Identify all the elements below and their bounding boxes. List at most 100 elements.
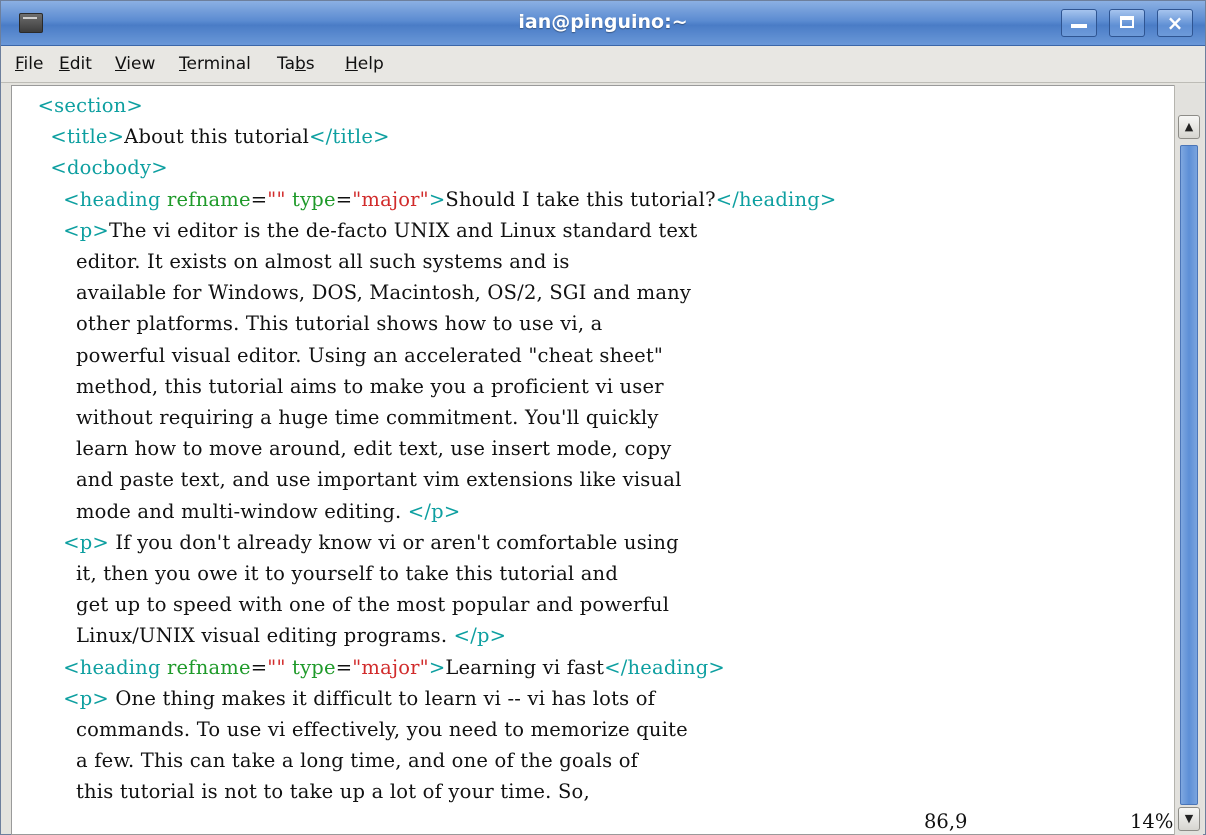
editor-line: other platforms. This tutorial shows how… <box>12 312 602 335</box>
scroll-up-button[interactable]: ▲ <box>1178 115 1200 139</box>
maximize-button[interactable] <box>1109 9 1145 37</box>
syntax-attr: type <box>292 655 336 679</box>
terminal-window: ian@pinguino:~ × File Edit View Terminal… <box>0 0 1206 835</box>
close-button[interactable]: × <box>1157 9 1193 37</box>
minimize-button[interactable] <box>1061 9 1097 37</box>
editor-line: Linux/UNIX visual editing programs. </p> <box>12 624 506 647</box>
syntax-val: "" <box>267 655 286 679</box>
syntax-tag: <p> <box>63 218 109 242</box>
terminal-text-area[interactable]: 86,9 14% <section> <title>About this tut… <box>11 85 1175 835</box>
cursor-position: 86,9 <box>924 810 968 833</box>
menu-terminal[interactable]: Terminal <box>179 54 251 74</box>
window-title: ian@pinguino:~ <box>518 11 688 33</box>
line-text <box>12 156 50 179</box>
line-text <box>12 188 63 211</box>
syntax-tag: <section> <box>37 94 143 117</box>
scroll-down-button[interactable]: ▼ <box>1178 807 1200 831</box>
syntax-tag: </heading> <box>604 655 725 679</box>
line-text: commands. To use vi effectively, you nee… <box>12 718 688 741</box>
close-icon: × <box>1166 11 1184 35</box>
scrollbar-thumb[interactable] <box>1180 145 1198 805</box>
editor-line: mode and multi-window editing. </p> <box>12 500 460 523</box>
syntax-tag: </p> <box>453 624 507 648</box>
line-text: Linux/UNIX visual editing programs. <box>12 624 454 648</box>
menu-file[interactable]: File <box>15 54 43 74</box>
editor-line: <p> One thing makes it difficult to lear… <box>12 687 655 710</box>
line-text: get up to speed with one of the most pop… <box>12 593 670 617</box>
syntax-tag: <heading <box>63 655 168 679</box>
menu-edit[interactable]: Edit <box>59 54 92 74</box>
line-text: learn how to move around, edit text, use… <box>12 437 672 461</box>
syntax-val: "major" <box>352 187 429 211</box>
line-text <box>12 125 50 148</box>
minimize-icon <box>1071 24 1087 28</box>
editor-line: powerful visual editor. Using an acceler… <box>12 344 663 367</box>
line-text <box>12 656 63 679</box>
line-text: a few. This can take a long time, and on… <box>12 749 639 773</box>
line-text: it, then you owe it to yourself to take … <box>12 562 618 585</box>
line-text <box>12 219 63 242</box>
syntax-tag: <heading <box>63 187 168 211</box>
line-text <box>12 94 38 117</box>
line-text: One thing makes it difficult to learn vi… <box>108 686 656 710</box>
line-text: Learning vi fast <box>445 655 605 679</box>
syntax-tag: <p> <box>63 530 109 554</box>
line-text: available for Windows, DOS, Macintosh, O… <box>12 281 692 305</box>
editor-line: learn how to move around, edit text, use… <box>12 437 671 460</box>
editor-line: method, this tutorial aims to make you a… <box>12 375 664 398</box>
editor-line: it, then you owe it to yourself to take … <box>12 562 618 585</box>
line-text: method, this tutorial aims to make you a… <box>12 374 664 398</box>
editor-line: <docbody> <box>12 156 168 179</box>
syntax-tag: </heading> <box>715 187 837 211</box>
editor-line: commands. To use vi effectively, you nee… <box>12 718 688 741</box>
editor-line: a few. This can take a long time, and on… <box>12 749 638 772</box>
line-text: The vi editor is the de-facto UNIX and L… <box>108 218 698 242</box>
syntax-attr: refname <box>167 655 251 679</box>
syntax-attr: refname <box>167 187 251 211</box>
syntax-tag: > <box>428 655 446 679</box>
syntax-tag: <p> <box>63 686 109 710</box>
line-text: other platforms. This tutorial shows how… <box>12 312 603 336</box>
line-text: editor. It exists on almost all such sys… <box>12 250 570 273</box>
editor-line: and paste text, and use important vim ex… <box>12 468 682 491</box>
line-text: Should I take this tutorial? <box>445 187 716 211</box>
editor-line: <title>About this tutorial</title> <box>12 125 390 148</box>
syntax-tag: <docbody> <box>50 156 168 180</box>
syntax-val: "major" <box>352 655 429 679</box>
line-text <box>12 531 63 554</box>
editor-line: available for Windows, DOS, Macintosh, O… <box>12 281 691 304</box>
syntax-tag: </p> <box>407 499 461 523</box>
line-text: without requiring a huge time commitment… <box>12 406 659 429</box>
scroll-percent: 14% <box>1130 810 1174 833</box>
editor-line: this tutorial is not to take up a lot of… <box>12 780 590 803</box>
line-text: this tutorial is not to take up a lot of… <box>12 780 590 804</box>
line-text: = <box>250 655 268 679</box>
line-text: About this tutorial <box>124 125 310 149</box>
syntax-tag: </title> <box>309 125 390 149</box>
editor-line: <heading refname="" type="major">Learnin… <box>12 656 725 679</box>
title-bar[interactable]: ian@pinguino:~ × <box>1 1 1205 46</box>
maximize-icon <box>1120 16 1134 28</box>
vertical-scrollbar[interactable]: ▲ ▼ <box>1174 85 1203 835</box>
menu-help[interactable]: Help <box>345 54 384 74</box>
line-text: mode and multi-window editing. <box>12 499 408 523</box>
line-text: = <box>335 655 353 679</box>
editor-line: <heading refname="" type="major">Should … <box>12 188 836 211</box>
editor-line: without requiring a huge time commitment… <box>12 406 659 429</box>
line-text: powerful visual editor. Using an acceler… <box>12 343 664 367</box>
syntax-val: "" <box>267 187 286 211</box>
menu-tabs[interactable]: Tabs <box>277 54 315 74</box>
menu-bar: File Edit View Terminal Tabs Help <box>1 46 1205 83</box>
syntax-tag: <title> <box>50 125 125 149</box>
editor-line: <p> If you don't already know vi or aren… <box>12 531 679 554</box>
line-text: and paste text, and use important vim ex… <box>12 468 682 492</box>
editor-line: editor. It exists on almost all such sys… <box>12 250 570 273</box>
line-text <box>12 687 63 710</box>
line-text: If you don't already know vi or aren't c… <box>108 530 679 554</box>
syntax-tag: > <box>428 187 446 211</box>
menu-view[interactable]: View <box>115 54 155 74</box>
syntax-attr: type <box>292 187 336 211</box>
line-text: = <box>335 187 353 211</box>
editor-line: <p>The vi editor is the de-facto UNIX an… <box>12 219 697 242</box>
editor-line: get up to speed with one of the most pop… <box>12 593 669 616</box>
